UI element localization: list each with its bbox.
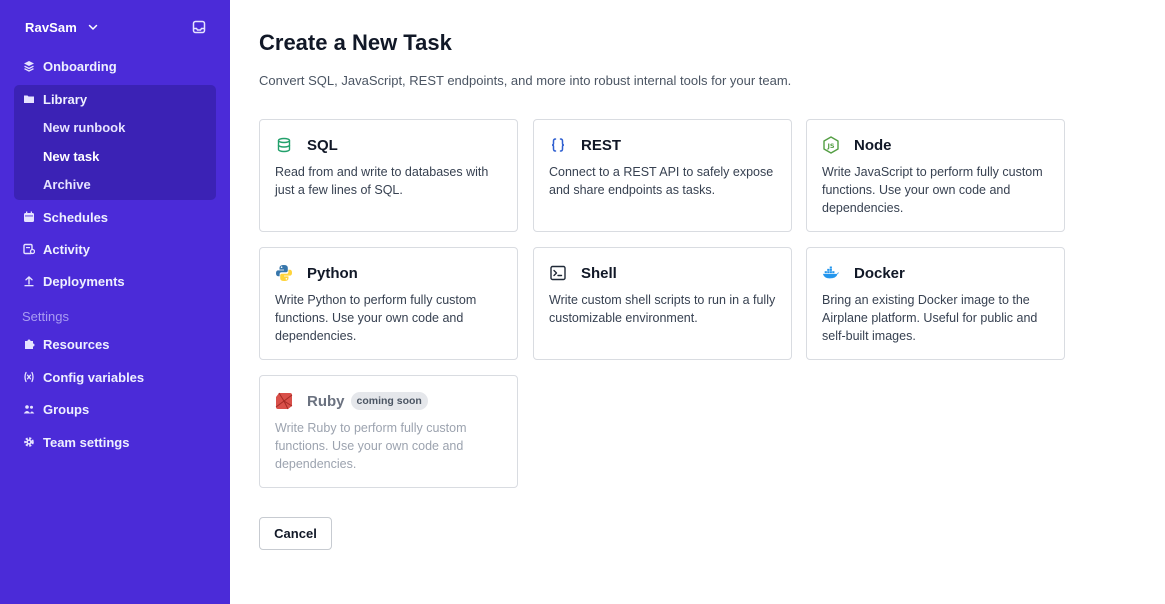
chevron-down-icon — [87, 21, 99, 33]
task-type-card-docker[interactable]: Docker Bring an existing Docker image to… — [806, 247, 1065, 360]
sidebar-item-deployments[interactable]: Deployments — [14, 267, 216, 295]
card-title: Ruby — [307, 392, 345, 410]
terminal-icon — [549, 264, 567, 282]
card-description: Connect to a REST API to safely expose a… — [549, 165, 774, 197]
sidebar-item-label: Schedules — [43, 209, 109, 225]
task-type-card-node[interactable]: JS Node Write JavaScript to perform full… — [806, 119, 1065, 232]
sidebar-item-label: Config variables — [43, 369, 145, 385]
sidebar: RavSam Onboarding Library New runbook Ne… — [0, 0, 230, 604]
database-icon — [275, 136, 293, 154]
main-content: Create a New Task Convert SQL, JavaScrip… — [230, 0, 1165, 604]
card-description: Bring an existing Docker image to the Ai… — [822, 293, 1038, 343]
sidebar-subitem-archive[interactable]: Archive — [43, 173, 91, 195]
ruby-icon — [275, 392, 293, 410]
sidebar-item-activity[interactable]: Activity — [14, 235, 216, 263]
task-type-card-sql[interactable]: SQL Read from and write to databases wit… — [259, 119, 518, 232]
sidebar-item-label: Library — [43, 91, 88, 107]
card-description: Write JavaScript to perform fully custom… — [822, 165, 1043, 215]
sidebar-item-label: Activity — [43, 241, 90, 257]
calendar-icon — [23, 211, 35, 223]
page-title: Create a New Task — [259, 30, 452, 55]
coming-soon-badge: coming soon — [350, 392, 428, 410]
card-title: SQL — [307, 136, 338, 154]
sidebar-item-groups[interactable]: Groups — [14, 395, 216, 423]
task-type-card-ruby: Ruby coming soon Write Ruby to perform f… — [259, 375, 518, 488]
task-type-card-shell[interactable]: Shell Write custom shell scripts to run … — [533, 247, 792, 360]
sidebar-item-label: Resources — [43, 336, 110, 352]
activity-icon — [23, 243, 35, 255]
sidebar-item-resources[interactable]: Resources — [14, 330, 216, 358]
inbox-icon[interactable] — [192, 20, 206, 34]
page-subtitle: Convert SQL, JavaScript, REST endpoints,… — [259, 73, 792, 88]
sidebar-item-team-settings[interactable]: Team settings — [14, 428, 216, 456]
workspace-name: RavSam — [25, 19, 77, 35]
variable-icon — [23, 371, 35, 383]
sidebar-item-onboarding[interactable]: Onboarding — [14, 52, 216, 80]
card-title: REST — [581, 136, 622, 154]
sidebar-item-label: Onboarding — [43, 58, 117, 74]
card-description: Write Ruby to perform fully custom funct… — [275, 421, 467, 471]
sidebar-item-library[interactable]: Library — [14, 85, 216, 113]
task-type-card-rest[interactable]: REST Connect to a REST API to safely exp… — [533, 119, 792, 232]
sidebar-subitem-new-runbook[interactable]: New runbook — [43, 116, 125, 138]
settings-section-label: Settings — [22, 309, 69, 324]
svg-text:JS: JS — [826, 142, 834, 150]
braces-icon — [549, 136, 567, 154]
card-description: Write custom shell scripts to run in a f… — [549, 293, 776, 325]
docker-icon — [822, 264, 840, 282]
gear-icon — [23, 436, 35, 448]
card-title: Shell — [581, 264, 617, 282]
upload-icon — [23, 275, 35, 287]
card-description: Write Python to perform fully custom fun… — [275, 293, 477, 343]
puzzle-icon — [23, 338, 35, 350]
layers-icon — [23, 60, 35, 72]
card-title: Python — [307, 264, 358, 282]
card-description: Read from and write to databases with ju… — [275, 165, 489, 197]
nodejs-icon: JS — [822, 136, 840, 154]
sidebar-item-schedules[interactable]: Schedules — [14, 203, 216, 231]
card-title: Node — [854, 136, 892, 154]
workspace-switcher[interactable]: RavSam — [25, 17, 210, 37]
sidebar-item-config-variables[interactable]: Config variables — [14, 363, 216, 391]
sidebar-subitem-new-task[interactable]: New task — [43, 145, 99, 167]
sidebar-item-label: Deployments — [43, 273, 125, 289]
folder-icon — [23, 93, 35, 105]
cancel-button[interactable]: Cancel — [259, 517, 332, 550]
sidebar-item-label: Team settings — [43, 434, 130, 450]
python-icon — [275, 264, 293, 282]
task-type-card-python[interactable]: Python Write Python to perform fully cus… — [259, 247, 518, 360]
users-icon — [23, 403, 35, 415]
card-title: Docker — [854, 264, 905, 282]
sidebar-item-label: Groups — [43, 401, 90, 417]
